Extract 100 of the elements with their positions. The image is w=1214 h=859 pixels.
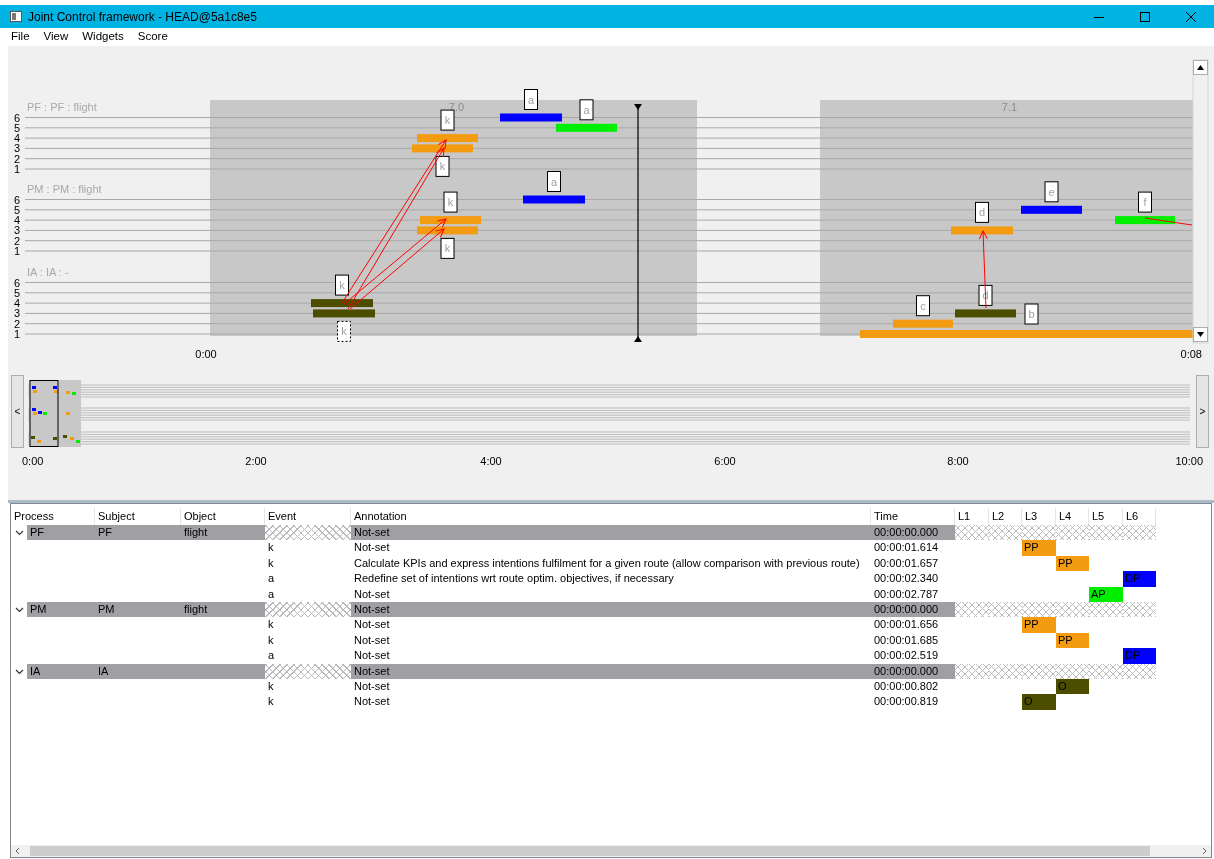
table-cell: PM bbox=[27, 601, 95, 618]
event-bar[interactable] bbox=[1021, 205, 1082, 214]
event-tag[interactable]: c bbox=[916, 295, 930, 317]
level-tag: DP bbox=[1123, 571, 1156, 587]
maximize-icon bbox=[1140, 11, 1150, 22]
hatched-cell bbox=[955, 663, 989, 679]
table-cell-text: k bbox=[267, 632, 275, 648]
event-tag[interactable]: f bbox=[1138, 191, 1152, 213]
chevron-icon[interactable] bbox=[14, 605, 24, 615]
event-bar[interactable] bbox=[311, 299, 373, 308]
hatched-cell bbox=[989, 663, 1022, 679]
table-cell-text: k bbox=[267, 694, 275, 710]
hatched-cell bbox=[1022, 601, 1056, 618]
hatched-cell bbox=[1056, 525, 1089, 541]
scroll-left-icon[interactable] bbox=[14, 847, 22, 855]
event-bar[interactable] bbox=[313, 309, 375, 318]
level-tag: AP bbox=[1089, 586, 1123, 602]
scroll-down-button[interactable] bbox=[1193, 327, 1208, 342]
table-cell-text: Not-set bbox=[353, 632, 391, 648]
event-tag[interactable]: k bbox=[435, 155, 450, 177]
hatched-cell bbox=[955, 601, 989, 618]
event-tag[interactable]: k bbox=[440, 109, 455, 131]
time-label: 10:00 bbox=[1175, 455, 1203, 467]
event-tag[interactable]: e bbox=[1044, 181, 1059, 203]
lane-number: 3 bbox=[14, 142, 21, 155]
lane-number: 4 bbox=[14, 132, 21, 145]
lane-number: 1 bbox=[14, 163, 21, 175]
table-cell-text: 00:00:02.340 bbox=[873, 571, 940, 587]
table-cell: 00:00:00.000 bbox=[871, 601, 955, 618]
event-bar[interactable] bbox=[412, 144, 473, 153]
event-tag[interactable]: a bbox=[524, 89, 538, 110]
scroll-left-button[interactable]: < bbox=[11, 375, 24, 448]
lane-number: 6 bbox=[14, 276, 21, 289]
table-cell-text: k bbox=[267, 540, 275, 556]
lane-number: 4 bbox=[14, 214, 21, 227]
time-label: 0:00 bbox=[22, 455, 44, 467]
lane-number: 5 bbox=[14, 203, 21, 216]
hatched-cell bbox=[1056, 663, 1089, 679]
event-bar[interactable] bbox=[417, 226, 478, 235]
event-tag[interactable]: a bbox=[579, 99, 594, 121]
overview-thumbnail-drawing[interactable] bbox=[29, 380, 81, 447]
event-bar[interactable] bbox=[420, 216, 481, 225]
hatched-cell bbox=[1089, 525, 1123, 541]
scroll-right-button[interactable]: > bbox=[1196, 375, 1209, 448]
time-label: 4:00 bbox=[480, 455, 502, 467]
lane-number: 1 bbox=[14, 328, 21, 340]
table-cell: PM bbox=[95, 601, 181, 618]
lane-number: 3 bbox=[14, 307, 21, 320]
event-tag[interactable]: b bbox=[1024, 303, 1039, 325]
table-cell-text: k bbox=[267, 678, 275, 694]
menu-item[interactable]: View bbox=[36, 28, 76, 46]
table-cell-text: Not-set bbox=[353, 648, 391, 664]
table-cell-text: 00:00:01.614 bbox=[873, 540, 940, 556]
table-cell-text: a bbox=[267, 571, 276, 587]
menu-item[interactable]: Score bbox=[130, 28, 175, 46]
table-cell-text: Calculate KPIs and express intentions fulfilment for a given route (allow comparison with previous route) bbox=[353, 555, 861, 571]
table-cell-text: Not-set bbox=[353, 694, 391, 710]
table-cell-text: a bbox=[267, 648, 276, 664]
table-cell: Not-set bbox=[351, 601, 871, 618]
scroll-right-icon[interactable] bbox=[1200, 847, 1208, 855]
level-tag: DP bbox=[1123, 648, 1156, 664]
window-title: Joint Control framework - HEAD@5a1c8e5 bbox=[28, 8, 258, 26]
table-cell-text: 00:00:01.656 bbox=[873, 617, 940, 633]
event-tag[interactable]: k bbox=[337, 320, 351, 342]
event-bar[interactable] bbox=[417, 134, 478, 143]
event-tag[interactable]: k bbox=[335, 274, 349, 296]
event-bar[interactable] bbox=[1115, 216, 1175, 225]
event-bar[interactable] bbox=[955, 309, 1016, 318]
level-tag: O bbox=[1022, 694, 1056, 710]
lane-number: 1 bbox=[14, 245, 21, 257]
menu-item[interactable]: File bbox=[4, 28, 37, 46]
event-tag[interactable]: a bbox=[547, 171, 561, 192]
event-tag[interactable]: d bbox=[975, 201, 989, 223]
lane-number: 5 bbox=[14, 121, 21, 134]
table-cell: 00:00:00.000 bbox=[871, 663, 955, 679]
app-icon bbox=[10, 11, 22, 22]
hatched-cell bbox=[1123, 525, 1156, 541]
event-tag[interactable]: k bbox=[440, 237, 455, 259]
table-cell-text: k bbox=[267, 555, 275, 571]
hatched-cell bbox=[1022, 525, 1056, 541]
table-cell-text: Redefine set of intentions wrt route optim. objectives, if necessary bbox=[353, 571, 675, 587]
scroll-up-button[interactable] bbox=[1193, 60, 1208, 75]
hatched-cell bbox=[1056, 601, 1089, 618]
table-cell: IA bbox=[95, 663, 181, 679]
menu-item[interactable]: Widgets bbox=[75, 28, 131, 46]
table-cell: PF bbox=[27, 525, 95, 541]
table-cell-text: a bbox=[267, 586, 276, 602]
lane-number: 6 bbox=[14, 111, 21, 124]
event-tag[interactable]: k bbox=[443, 191, 458, 213]
hatched-cell bbox=[1022, 663, 1056, 679]
scrollbar-thumb[interactable] bbox=[30, 846, 1150, 856]
lane-number: 4 bbox=[14, 297, 21, 310]
table-cell-text: 00:00:00.802 bbox=[873, 678, 940, 694]
hatched-cell bbox=[989, 601, 1022, 618]
playhead-cursor[interactable] bbox=[634, 104, 642, 342]
lane-number: 2 bbox=[14, 234, 21, 247]
close-icon bbox=[1186, 11, 1196, 22]
chevron-icon[interactable] bbox=[14, 528, 24, 538]
time-label: 8:00 bbox=[947, 455, 969, 467]
table-cell-text: 00:00:02.787 bbox=[873, 586, 940, 602]
